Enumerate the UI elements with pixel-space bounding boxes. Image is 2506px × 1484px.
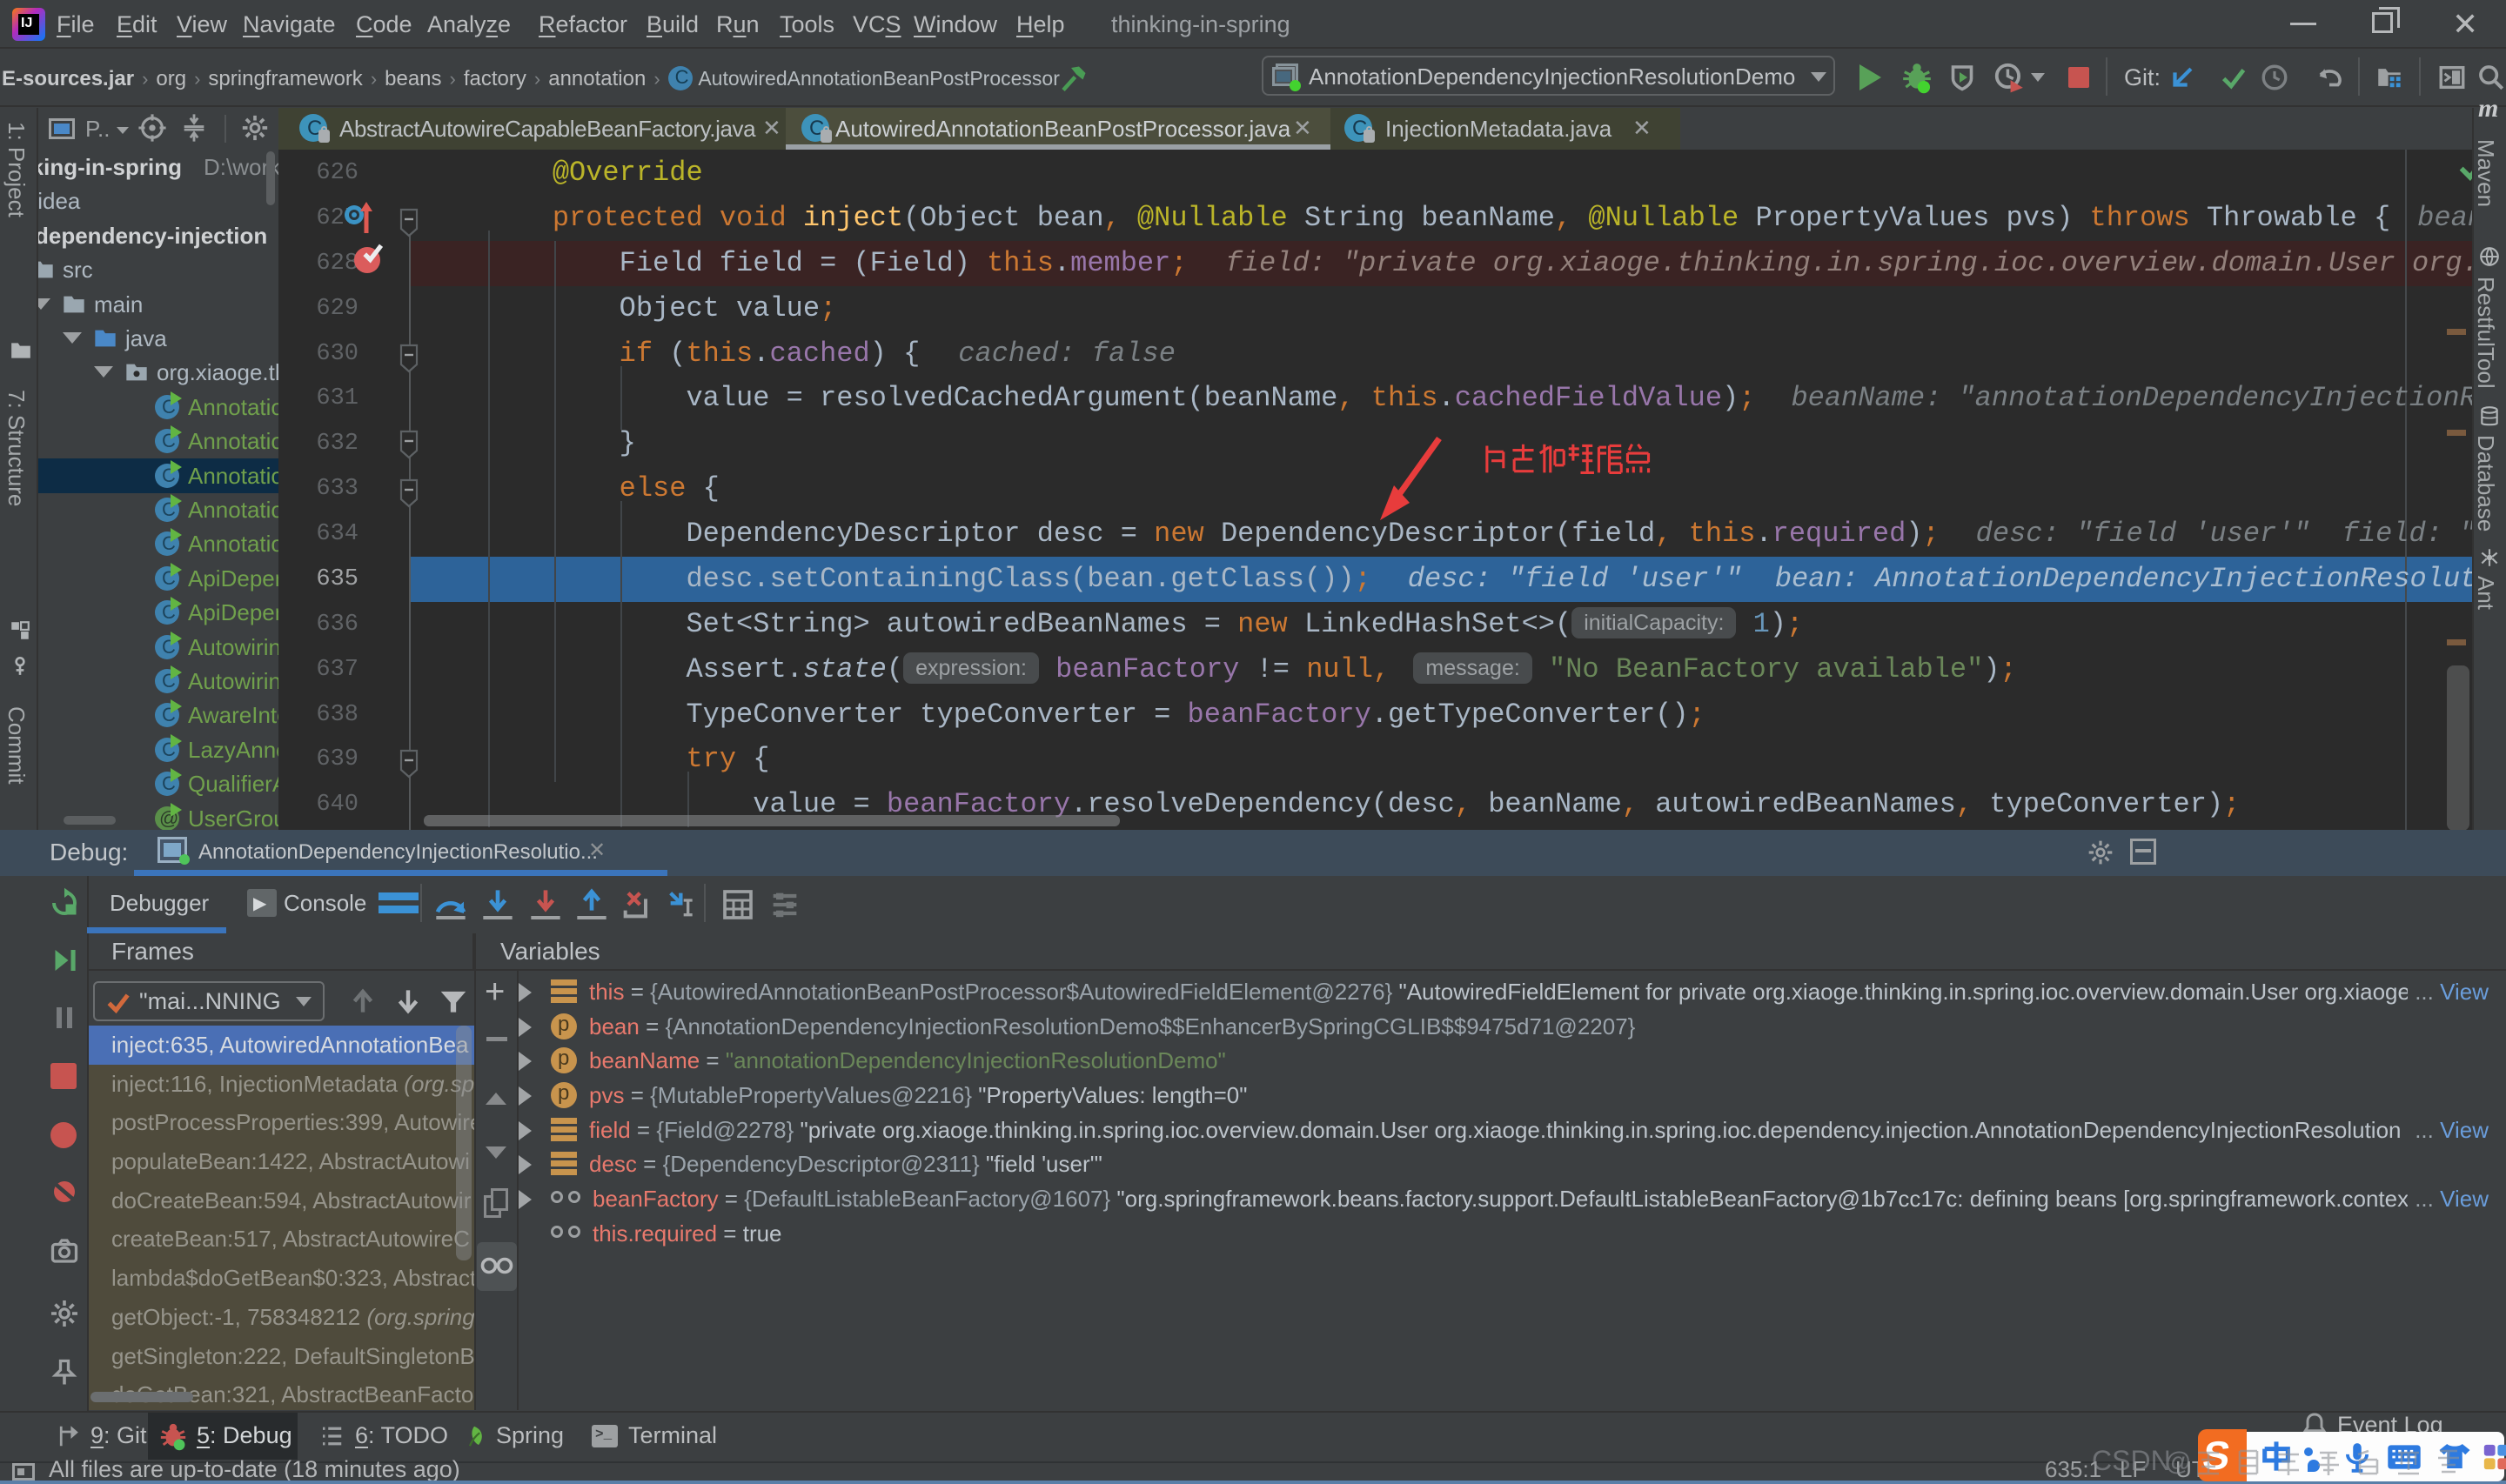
svg-text:@: @ <box>2165 1447 2191 1476</box>
svg-text:CSDN: CSDN <box>2092 1445 2171 1476</box>
